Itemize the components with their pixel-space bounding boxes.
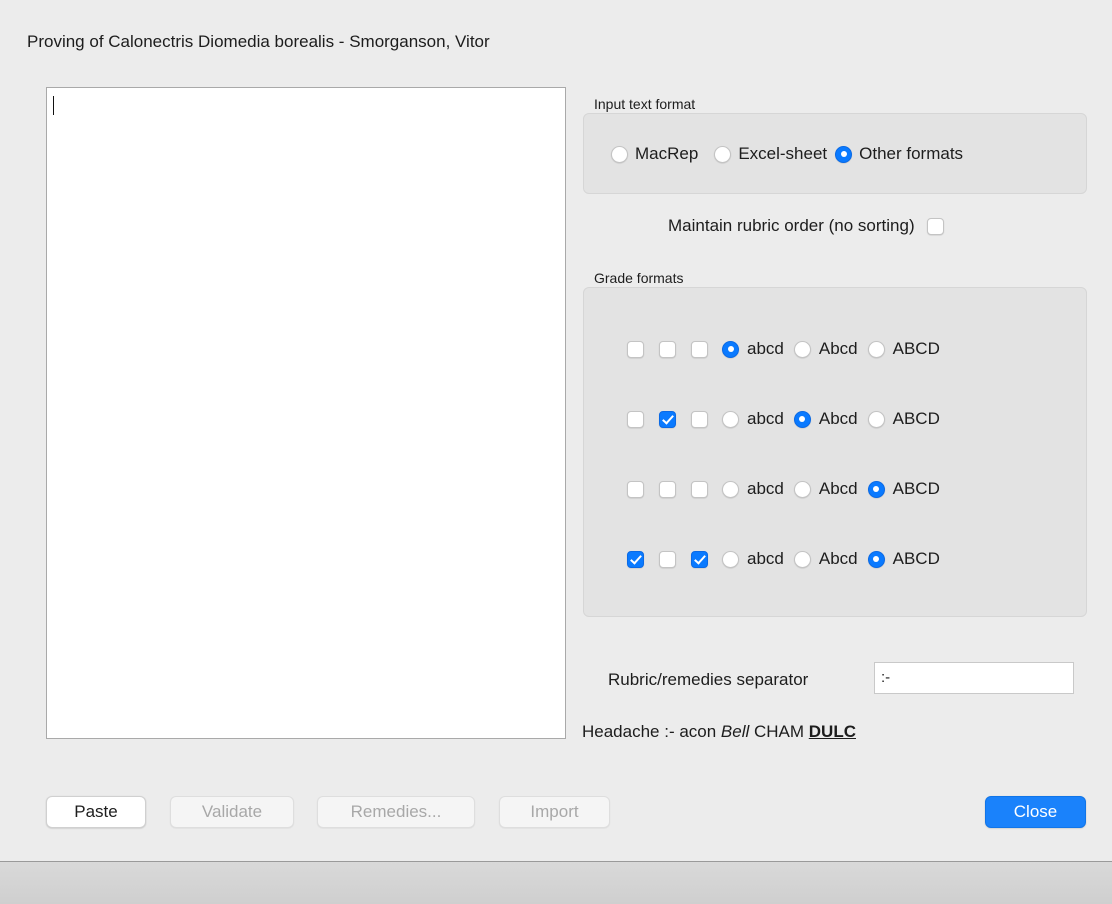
- example-prefix: Headache :- acon: [582, 722, 721, 741]
- example-middle: CHAM: [749, 722, 809, 741]
- grade-row-3-check-1[interactable]: [627, 480, 644, 498]
- maintain-order-label: Maintain rubric order (no sorting): [668, 216, 915, 235]
- grade-row-3-upper-label: ABCD: [892, 479, 940, 498]
- grade-row-3: abcd Abcd ABCD: [627, 479, 950, 499]
- remedies-button[interactable]: Remedies...: [317, 796, 475, 828]
- radio-excel-sheet[interactable]: [714, 145, 732, 163]
- grade-row-2-radio-lower[interactable]: [722, 410, 739, 428]
- text-caret: [53, 96, 54, 115]
- grade-row-1-radio-upper[interactable]: [867, 340, 885, 358]
- grade-row-4-lower-label: abcd: [747, 549, 784, 568]
- format-example: Headache :- acon Bell CHAM DULC: [582, 722, 856, 742]
- grade-row-4-upper-label: ABCD: [892, 549, 940, 568]
- grade-row-3-radio-lower[interactable]: [722, 480, 739, 498]
- grade-row-4-radio-title[interactable]: [793, 550, 811, 568]
- radio-excel-sheet-label: Excel-sheet: [738, 144, 828, 163]
- grade-row-3-lower-label: abcd: [747, 479, 784, 498]
- grade-row-4-radio-lower[interactable]: [722, 550, 739, 568]
- example-bold-underline: DULC: [808, 722, 856, 741]
- radio-macrep-label: MacRep: [635, 144, 699, 163]
- maintain-order-row: Maintain rubric order (no sorting): [668, 216, 944, 236]
- window-title: Proving of Calonectris Diomedia borealis…: [27, 32, 490, 51]
- grade-row-3-check-2[interactable]: [659, 480, 676, 498]
- paste-button[interactable]: Paste: [46, 796, 146, 828]
- input-format-label: Input text format: [594, 96, 696, 112]
- radio-other-formats[interactable]: [835, 145, 853, 163]
- close-button[interactable]: Close: [985, 796, 1086, 828]
- grade-row-2-check-3[interactable]: [691, 410, 708, 428]
- grade-row-1-upper-label: ABCD: [892, 339, 940, 358]
- grade-row-1-radio-title[interactable]: [793, 340, 811, 358]
- grade-row-1-title-label: Abcd: [818, 339, 858, 358]
- grade-row-1-lower-label: abcd: [747, 339, 784, 358]
- grade-row-4: abcd Abcd ABCD: [627, 549, 950, 569]
- grade-row-3-radio-upper[interactable]: [867, 480, 885, 498]
- example-italic: Bell: [720, 722, 750, 741]
- grade-row-2-upper-label: ABCD: [892, 409, 940, 428]
- import-text-area[interactable]: [46, 87, 566, 739]
- validate-button[interactable]: Validate: [170, 796, 294, 828]
- grade-row-1: abcd Abcd ABCD: [627, 339, 950, 359]
- grade-row-3-radio-title[interactable]: [793, 480, 811, 498]
- grade-row-4-check-2[interactable]: [659, 550, 676, 568]
- grade-row-2: abcd Abcd ABCD: [627, 409, 950, 429]
- grade-row-2-check-2[interactable]: [659, 410, 676, 428]
- grade-row-2-lower-label: abcd: [747, 409, 784, 428]
- grade-row-3-title-label: Abcd: [818, 479, 858, 498]
- grade-row-2-radio-title[interactable]: [793, 410, 811, 428]
- grade-row-1-radio-lower[interactable]: [722, 340, 739, 358]
- grade-row-4-title-label: Abcd: [818, 549, 858, 568]
- grade-formats-label: Grade formats: [594, 270, 684, 286]
- import-button[interactable]: Import: [499, 796, 610, 828]
- grade-row-1-check-2[interactable]: [659, 340, 676, 358]
- radio-macrep[interactable]: [611, 145, 628, 163]
- grade-row-2-title-label: Abcd: [818, 409, 858, 428]
- grade-row-2-check-1[interactable]: [627, 410, 644, 428]
- separator-label: Rubric/remedies separator: [608, 670, 809, 689]
- bottom-bar: [0, 861, 1112, 904]
- grade-row-4-check-3[interactable]: [691, 550, 708, 568]
- input-format-options: MacRep Excel-sheet Other formats: [611, 144, 973, 164]
- maintain-order-checkbox[interactable]: [926, 217, 944, 235]
- grade-row-3-check-3[interactable]: [691, 480, 708, 498]
- grade-row-4-radio-upper[interactable]: [867, 550, 885, 568]
- separator-input[interactable]: :-: [874, 662, 1074, 694]
- radio-other-formats-label: Other formats: [859, 144, 964, 163]
- grade-row-2-radio-upper[interactable]: [867, 410, 885, 428]
- grade-row-4-check-1[interactable]: [627, 550, 644, 568]
- grade-row-1-check-1[interactable]: [627, 340, 644, 358]
- grade-row-1-check-3[interactable]: [691, 340, 708, 358]
